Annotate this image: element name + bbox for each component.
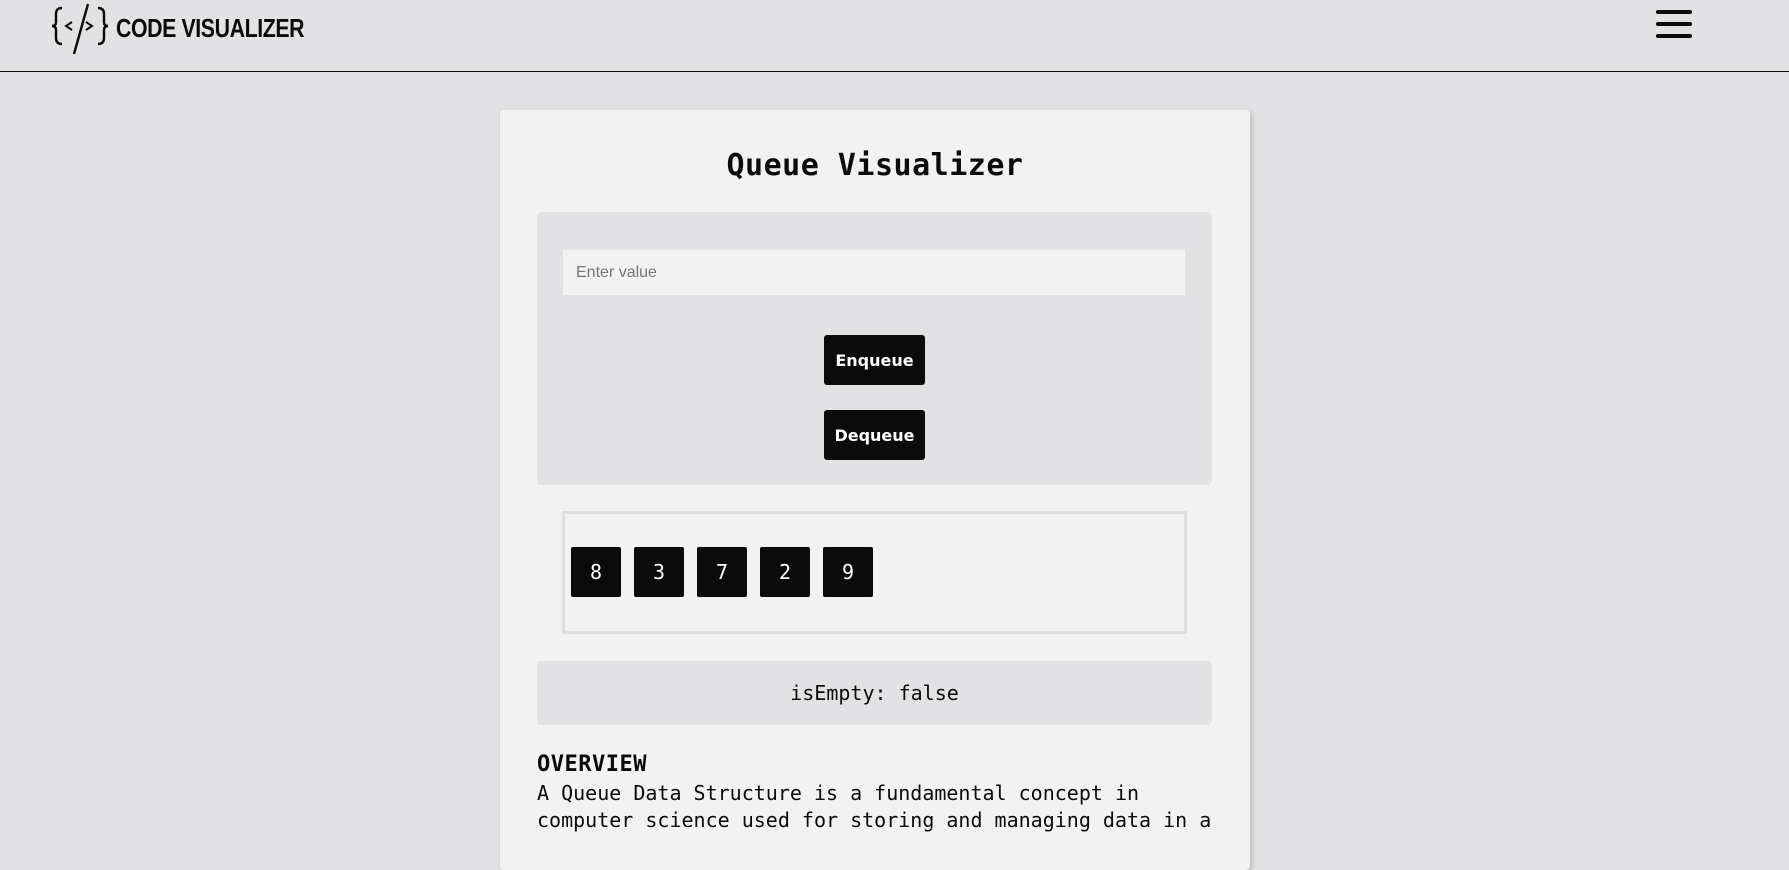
- page-title: Queue Visualizer: [726, 148, 1024, 183]
- queue-display: 8 3 7 2 9: [562, 511, 1187, 634]
- top-nav-bar: CODE VISUALIZER: [0, 0, 1789, 72]
- overview-heading: OVERVIEW: [537, 752, 647, 777]
- value-input[interactable]: [563, 250, 1185, 295]
- overview-text: A Queue Data Structure is a fundamental …: [537, 781, 1212, 832]
- queue-item: 7: [697, 547, 747, 597]
- logo[interactable]: CODE VISUALIZER: [52, 0, 345, 56]
- queue-item: 2: [760, 547, 810, 597]
- logo-text: CODE VISUALIZER: [116, 12, 305, 43]
- is-empty-status: isEmpty: false: [537, 661, 1212, 725]
- hamburger-menu-icon[interactable]: [1652, 4, 1696, 44]
- controls-panel: Enqueue Dequeue: [537, 212, 1212, 485]
- queue-item: 3: [634, 547, 684, 597]
- menu-bar: [1656, 34, 1692, 38]
- queue-visualizer-card: Queue Visualizer Enqueue Dequeue 8 3 7 2…: [500, 110, 1250, 870]
- queue-item: 9: [823, 547, 873, 597]
- code-brackets-icon: [52, 3, 109, 55]
- dequeue-button[interactable]: Dequeue: [824, 410, 925, 460]
- queue-items: 8 3 7 2 9: [571, 547, 873, 597]
- enqueue-button[interactable]: Enqueue: [824, 335, 925, 385]
- queue-item: 8: [571, 547, 621, 597]
- menu-bar: [1656, 22, 1692, 26]
- menu-bar: [1656, 10, 1692, 14]
